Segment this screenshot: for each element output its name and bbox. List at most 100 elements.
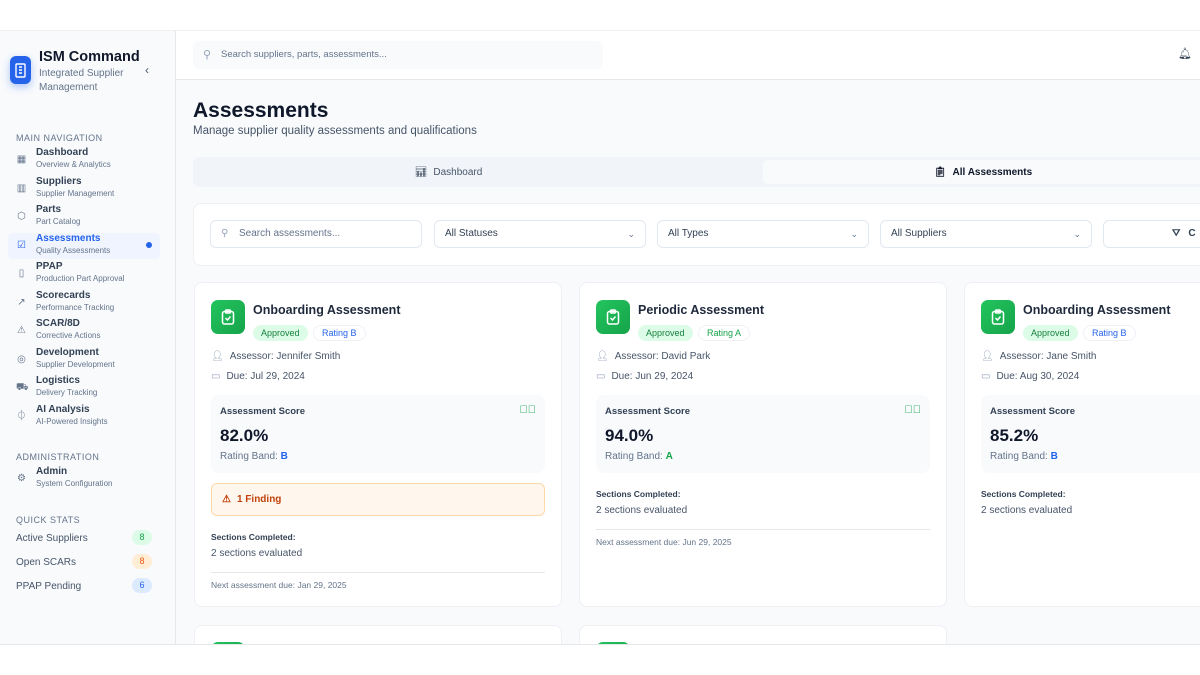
sidebar-item-ppap[interactable]: ▯ PPAP Production Part Approval: [8, 261, 160, 287]
sidebar-item-label: Suppliers: [36, 175, 82, 187]
sidebar-item-dashboard[interactable]: ▦ Dashboard Overview & Analytics: [8, 147, 160, 173]
sidebar-item-admin[interactable]: ⚙ Admin System Configuration: [8, 466, 160, 492]
sidebar-item-sublabel: Part Catalog: [36, 217, 81, 226]
assessment-card[interactable]: Periodic Assessment Approved Rating A 👤︎ Ass…: [579, 282, 947, 607]
view-tabs: 📊︎ Dashboard 📋︎ All Assessments: [193, 157, 1200, 187]
quick-stat-row: Open SCARs 8: [16, 554, 152, 569]
sidebar-item-label: Logistics: [36, 375, 80, 386]
assessor: 👤︎ Assessor: David Park: [596, 351, 710, 362]
sidebar-item-sublabel: Overview & Analytics: [36, 160, 111, 169]
rating-band-label: Rating Band:: [220, 451, 278, 462]
sidebar-item-ai-analysis[interactable]: ⏀ AI Analysis AI-Powered Insights: [8, 404, 160, 430]
sections-label: Sections Completed:: [596, 489, 681, 499]
sidebar-item-label: Admin: [36, 466, 68, 477]
tab-all-assessments[interactable]: 📋︎ All Assessments: [763, 160, 1200, 184]
rating-badge: Rating B: [313, 325, 366, 341]
app-title: ISM Command: [39, 49, 140, 65]
findings-text: 1 Finding: [236, 494, 282, 505]
sections-label: Sections Completed:: [981, 489, 1066, 499]
status-select[interactable]: All Statuses ⌄: [434, 220, 646, 248]
sidebar: ISM Command Integrated Supplier Manageme…: [0, 31, 176, 644]
global-search-input[interactable]: ⚲ Search suppliers, parts, assessments..…: [193, 41, 603, 69]
due-text: Due: Jun 29, 2024: [611, 371, 694, 382]
quick-stat-row: PPAP Pending 6: [16, 578, 152, 593]
rating-band-label: Rating Band:: [990, 451, 1048, 462]
chevron-down-icon: ⌄: [1073, 229, 1081, 239]
rating-band: Rating Band: B: [220, 451, 288, 462]
administration-heading: ADMINISTRATION: [16, 452, 100, 462]
search-icon: ⚲: [221, 228, 229, 239]
file-check-icon: ▯: [18, 268, 25, 279]
card-title: Periodic Assessment: [638, 303, 764, 317]
assessment-card[interactable]: [579, 625, 947, 644]
assessment-card[interactable]: [194, 625, 562, 644]
gear-icon: ⚙: [17, 473, 26, 484]
quick-stat-badge: 8: [132, 530, 152, 545]
sidebar-item-sublabel: Performance Tracking: [36, 302, 115, 312]
sections-value: 2 sections evaluated: [981, 505, 1073, 516]
next-assessment-date: Next assessment due: Jan 29, 2025: [211, 580, 347, 590]
sidebar-item-sublabel: Supplier Management: [36, 188, 115, 198]
due-text: Due: Aug 30, 2024: [996, 371, 1080, 382]
app-window: ISM Command Integrated Supplier Manageme…: [0, 30, 1200, 645]
check-circle-icon: ✓⃝: [904, 404, 922, 416]
sidebar-item-label: Dashboard: [36, 147, 89, 158]
box-icon: ⬡: [17, 211, 26, 222]
grid-icon: ▦: [16, 154, 27, 165]
page-title: Assessments: [193, 99, 329, 122]
rating-band-label: Rating Band:: [605, 451, 663, 462]
sidebar-item-label: SCAR/8D: [36, 318, 80, 329]
findings-alert[interactable]: ⚠ 1 Finding: [211, 483, 545, 516]
sidebar-item-label: Parts: [36, 204, 62, 215]
calendar-icon: ▭: [596, 371, 606, 382]
quick-stat-label: PPAP Pending: [16, 581, 82, 592]
assessment-card[interactable]: Onboarding Assessment Approved Rating B 👤︎ A…: [964, 282, 1200, 607]
status-badge: Approved: [253, 325, 308, 341]
sidebar-item-label: AI Analysis: [36, 403, 90, 415]
sidebar-item-parts[interactable]: ⬡ Parts Part Catalog: [8, 204, 160, 230]
score-panel: Assessment Score✓⃝85.2%Rating Band: B: [981, 395, 1200, 473]
tab-dashboard[interactable]: 📊︎ Dashboard: [196, 160, 701, 184]
due-date: ▭ Due: Jul 29, 2024: [211, 371, 305, 382]
brain-icon: ⏀: [16, 410, 27, 422]
user-icon: 👤︎: [211, 351, 224, 362]
status-badge: Approved: [1023, 325, 1078, 341]
sidebar-item-assessments[interactable]: ☑ Assessments Quality Assessments: [8, 232, 160, 259]
search-icon: ⚲: [203, 49, 212, 61]
assessor-text: Assessor: Jennifer Smith: [229, 351, 341, 362]
sidebar-item-suppliers[interactable]: ▥ Suppliers Supplier Management: [8, 176, 160, 202]
sidebar-item-sublabel: System Configuration: [36, 479, 113, 488]
quick-stat-badge: 8: [132, 554, 152, 569]
sidebar-item-label: PPAP: [36, 261, 63, 272]
assessment-card[interactable]: Onboarding Assessment Approved Rating B 👤︎ A…: [194, 282, 562, 607]
assessment-search-input[interactable]: ⚲ Search assessments...: [210, 220, 422, 248]
filter-button[interactable]: ⛛ C: [1103, 220, 1200, 248]
chevron-down-icon: ⌄: [627, 229, 635, 239]
bell-icon[interactable]: 🔔︎: [1178, 47, 1192, 60]
sidebar-item-sublabel: Production Part Approval: [36, 274, 125, 283]
sidebar-item-scar-d[interactable]: ⚠ SCAR/8D Corrective Actions: [8, 318, 160, 344]
collapse-sidebar-button[interactable]: ‹: [145, 63, 149, 77]
sidebar-item-sublabel: AI-Powered Insights: [36, 416, 108, 426]
sidebar-item-development[interactable]: ◎ Development Supplier Development: [8, 347, 160, 373]
target-icon: ◎: [17, 353, 26, 365]
clipboard-check-icon: 📋︎: [933, 166, 947, 178]
supplier-select[interactable]: All Suppliers ⌄: [880, 220, 1092, 248]
clipboard-check-icon: [596, 300, 630, 334]
quick-stat-badge: 6: [132, 578, 152, 593]
sidebar-item-sublabel: Quality Assessments: [36, 245, 111, 255]
sidebar-item-label: Assessments: [36, 232, 101, 244]
quick-stats-heading: QUICK STATS: [16, 515, 81, 525]
building-logo-icon: [10, 56, 31, 84]
sidebar-item-logistics[interactable]: ⛟ Logistics Delivery Tracking: [8, 375, 160, 401]
rating-badge: Rating B: [1083, 325, 1136, 341]
calendar-icon: ▭: [981, 371, 991, 382]
sidebar-item-sublabel: Supplier Development: [36, 359, 115, 369]
next-assessment-date: Next assessment due: Jun 29, 2025: [596, 537, 732, 547]
sidebar-item-sublabel: Corrective Actions: [36, 331, 101, 340]
sidebar-item-scorecards[interactable]: ↗ Scorecards Performance Tracking: [8, 290, 160, 316]
user-icon: 👤︎: [981, 351, 994, 362]
assessor: 👤︎ Assessor: Jane Smith: [981, 351, 1096, 362]
divider: [211, 572, 545, 573]
type-select[interactable]: All Types ⌄: [657, 220, 869, 248]
